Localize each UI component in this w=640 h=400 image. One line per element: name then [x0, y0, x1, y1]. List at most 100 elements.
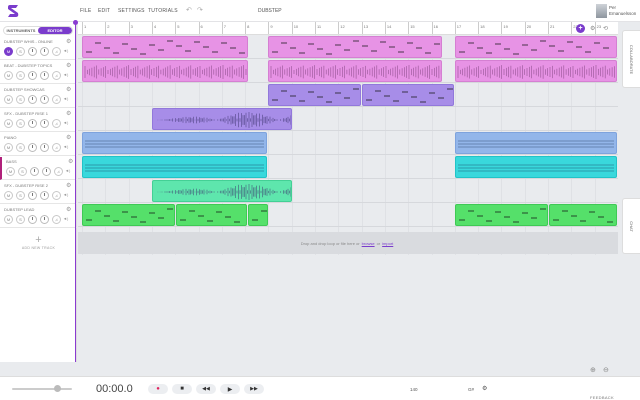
menu-edit[interactable]: EDIT [98, 8, 110, 14]
slider-thumb[interactable] [54, 385, 61, 392]
track-header[interactable]: DUBSTEP LEAD ⚙ M S ♫ ◄) [0, 205, 77, 228]
mute-button[interactable]: M [4, 94, 13, 104]
undo-icon[interactable]: ↶ [186, 6, 192, 14]
pan-knob[interactable] [42, 166, 51, 176]
track-settings-icon[interactable]: ⚙ [66, 62, 71, 69]
headphones-icon[interactable]: ♫ [52, 46, 61, 56]
audio-clip[interactable] [82, 60, 248, 82]
solo-button[interactable]: S [16, 94, 25, 104]
pan-knob[interactable] [40, 190, 49, 200]
menu-settings[interactable]: SETTINGS [118, 8, 145, 14]
audio-clip[interactable] [176, 204, 247, 226]
audio-clip[interactable] [455, 132, 617, 154]
add-button[interactable]: + [576, 24, 585, 33]
audio-clip[interactable] [455, 36, 617, 58]
mute-button[interactable]: M [4, 142, 13, 152]
pan-knob[interactable] [40, 94, 49, 104]
headphones-icon[interactable]: ♫ [52, 70, 61, 80]
pan-knob[interactable] [40, 118, 49, 128]
solo-button[interactable]: S [16, 214, 25, 224]
redo-icon[interactable]: ↷ [197, 6, 203, 14]
playhead[interactable] [75, 22, 76, 362]
solo-button[interactable]: S [16, 142, 25, 152]
master-volume-slider[interactable] [12, 385, 72, 392]
volume-icon[interactable]: ◄) [63, 48, 68, 53]
stop-button[interactable]: ■ [172, 384, 192, 394]
track-header[interactable]: SFX - DUBSTEP RISE 2 ⚙ M S ♫ ◄) [0, 181, 77, 204]
volume-icon[interactable]: ◄) [63, 216, 68, 221]
audio-clip[interactable] [82, 156, 267, 178]
tab-instruments[interactable]: INSTRUMENTS [4, 27, 38, 34]
tempo-value[interactable]: 140 [410, 387, 418, 392]
volume-knob[interactable] [28, 118, 37, 128]
mute-button[interactable]: M [6, 166, 15, 176]
audio-clip[interactable] [549, 204, 617, 226]
audio-clip[interactable] [268, 36, 442, 58]
track-settings-icon[interactable]: ⚙ [66, 182, 71, 189]
mute-button[interactable]: M [4, 46, 13, 56]
track-header[interactable]: SFX - DUBSTEP RISE 1 ⚙ M S ♫ ◄) [0, 109, 77, 132]
pan-knob[interactable] [40, 214, 49, 224]
volume-knob[interactable] [28, 190, 37, 200]
avatar[interactable] [596, 4, 607, 18]
volume-icon[interactable]: ◄) [63, 72, 68, 77]
pan-knob[interactable] [40, 46, 49, 56]
tab-chat[interactable]: CHAT [622, 198, 640, 254]
user-name[interactable]: Per Emanuelsson [609, 5, 636, 17]
volume-knob[interactable] [28, 94, 37, 104]
track-settings-icon[interactable]: ⚙ [66, 110, 71, 117]
tab-collaborate[interactable]: COLLABORATE [622, 30, 640, 88]
timeline-ruler[interactable]: 1234567891011121314151617181920212223 [78, 22, 618, 35]
volume-knob[interactable] [28, 46, 37, 56]
audio-clip[interactable] [82, 204, 175, 226]
mute-button[interactable]: M [4, 118, 13, 128]
audio-clip[interactable] [248, 204, 268, 226]
forward-button[interactable]: ▶▶ [244, 384, 264, 394]
menu-tutorials[interactable]: TUTORIALS [148, 8, 178, 14]
volume-knob[interactable] [28, 70, 37, 80]
headphones-icon[interactable]: ♫ [52, 118, 61, 128]
solo-button[interactable]: S [18, 166, 27, 176]
volume-knob[interactable] [30, 166, 39, 176]
audio-clip[interactable] [455, 60, 617, 82]
volume-icon[interactable]: ◄) [63, 144, 68, 149]
project-title[interactable]: DUBSTEP [258, 8, 282, 14]
solo-button[interactable]: S [16, 190, 25, 200]
track-header[interactable]: BEAT - DUBSTEP TOPICS ⚙ M S ♫ ◄) [0, 61, 77, 84]
track-name[interactable]: DUBSTEP WHIS - ONLINE [4, 39, 53, 44]
headphones-icon[interactable]: ♫ [54, 166, 63, 176]
track-name[interactable]: BEAT - DUBSTEP TOPICS [4, 63, 52, 68]
mute-button[interactable]: M [4, 190, 13, 200]
zoom-in-icon[interactable]: ⊕ [590, 366, 596, 374]
settings-gear-icon[interactable]: ⚙ [590, 25, 595, 32]
track-settings-icon[interactable]: ⚙ [66, 206, 71, 213]
track-name[interactable]: SFX - DUBSTEP RISE 1 [4, 111, 48, 116]
headphones-icon[interactable]: ♫ [52, 214, 61, 224]
solo-button[interactable]: S [16, 70, 25, 80]
zoom-out-icon[interactable]: ⊖ [603, 366, 609, 374]
playhead-handle[interactable] [73, 20, 78, 25]
track-name[interactable]: PIANO [4, 135, 16, 140]
pan-knob[interactable] [40, 70, 49, 80]
track-settings-icon[interactable]: ⚙ [68, 158, 73, 165]
volume-icon[interactable]: ◄) [63, 96, 68, 101]
track-name[interactable]: DUBSTEP SHOWCAS [4, 87, 45, 92]
audio-clip[interactable] [152, 180, 292, 202]
track-header[interactable]: PIANO ⚙ M S ♫ ◄) [0, 133, 77, 156]
volume-icon[interactable]: ◄) [65, 168, 70, 173]
track-settings-icon[interactable]: ⚙ [66, 38, 71, 45]
menu-file[interactable]: FILE [80, 8, 91, 14]
headphones-icon[interactable]: ♫ [52, 94, 61, 104]
app-logo-icon[interactable] [6, 4, 20, 18]
solo-button[interactable]: S [16, 46, 25, 56]
volume-knob[interactable] [28, 214, 37, 224]
track-name[interactable]: SFX - DUBSTEP RISE 2 [4, 183, 48, 188]
browse-link[interactable]: browse [362, 241, 375, 246]
volume-icon[interactable]: ◄) [63, 120, 68, 125]
record-button[interactable]: ● [148, 384, 168, 394]
volume-icon[interactable]: ◄) [63, 192, 68, 197]
mute-button[interactable]: M [4, 70, 13, 80]
tab-editor[interactable]: EDITOR [38, 27, 72, 34]
import-link[interactable]: import [382, 241, 393, 246]
track-settings-icon[interactable]: ⚙ [66, 134, 71, 141]
